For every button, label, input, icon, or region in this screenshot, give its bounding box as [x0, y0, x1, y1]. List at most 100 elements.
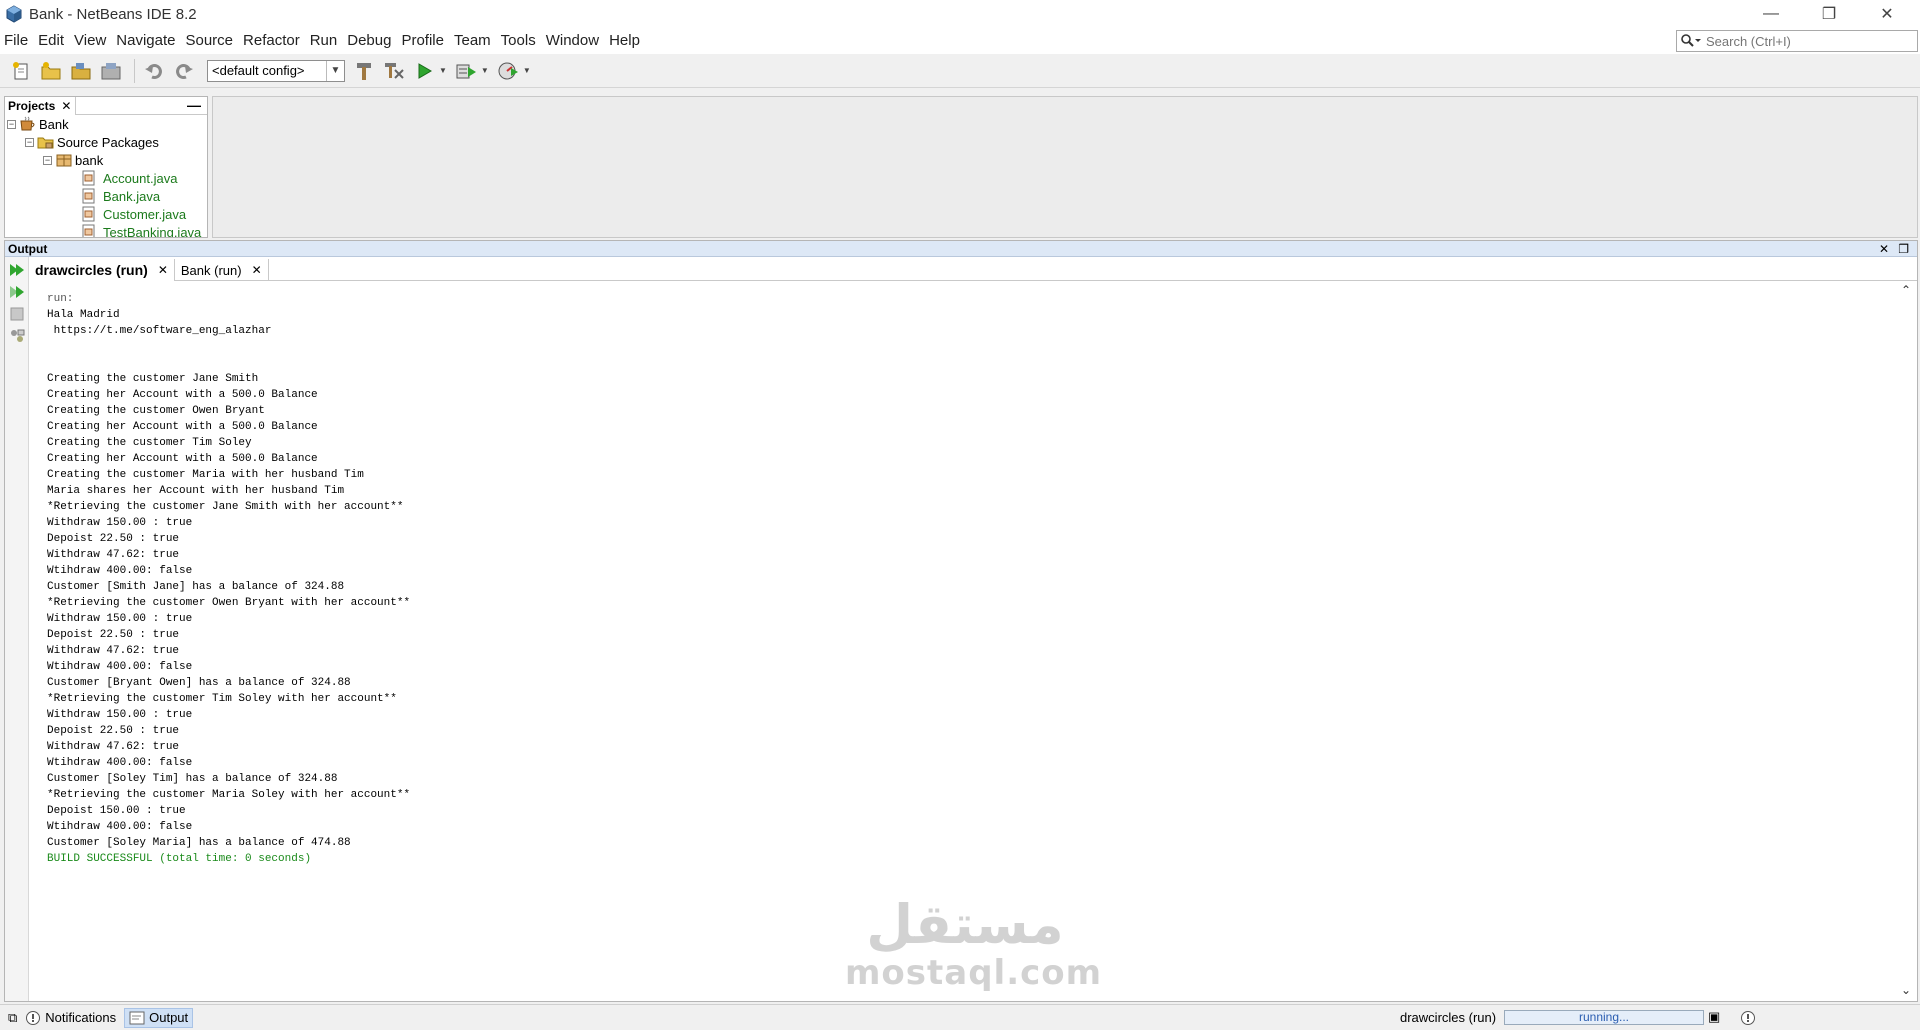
editor-area — [212, 96, 1918, 238]
config-select[interactable]: <default config> ▼ — [207, 59, 345, 82]
run-button[interactable] — [411, 58, 437, 84]
profile-button[interactable] — [495, 58, 521, 84]
search-box[interactable] — [1676, 30, 1918, 52]
collapse-icon[interactable]: − — [25, 137, 34, 147]
run-dropdown-icon[interactable]: ▼ — [439, 66, 447, 75]
running-task-label[interactable]: drawcircles (run) — [1400, 1010, 1496, 1025]
tree-node-file[interactable]: TestBanking.java — [81, 223, 202, 238]
menu-navigate[interactable]: Navigate — [111, 28, 180, 54]
menu-file[interactable]: File — [0, 28, 33, 54]
rerun-with-params-button[interactable] — [8, 283, 26, 301]
menu-edit[interactable]: Edit — [33, 28, 69, 54]
open-project-icon — [71, 62, 91, 79]
tree-node-bank-package[interactable]: − bank — [43, 151, 103, 169]
progress-bar[interactable]: running... — [1504, 1010, 1704, 1025]
tree-node-source-packages[interactable]: − Source Packages — [25, 133, 159, 151]
minimize-button[interactable]: — — [1742, 0, 1800, 28]
close-icon[interactable]: ✕ — [252, 263, 262, 277]
notifications-label: Notifications — [45, 1010, 117, 1025]
menu-tools[interactable]: Tools — [496, 28, 541, 54]
tab-label: drawcircles (run) — [35, 262, 148, 278]
search-input[interactable] — [1706, 33, 1906, 49]
menu-source[interactable]: Source — [180, 28, 238, 54]
build-button[interactable] — [351, 58, 377, 84]
console-line: *Retrieving the customer Tim Soley with … — [47, 693, 397, 705]
menu-profile[interactable]: Profile — [396, 28, 449, 54]
console-line: Creating her Account with a 500.0 Balanc… — [47, 453, 318, 465]
open-project-button[interactable] — [68, 58, 94, 84]
java-file-icon — [82, 224, 95, 237]
title-bar: Bank - NetBeans IDE 8.2 — [0, 0, 1920, 28]
tab-drawcircles-run[interactable]: drawcircles (run) ✕ — [29, 259, 175, 281]
output-toggle-button[interactable]: Output — [124, 1007, 194, 1028]
console-line: https://t.me/software_eng_alazhar — [47, 325, 272, 337]
output-tabs: drawcircles (run) ✕ Bank (run) ✕ — [29, 259, 1917, 281]
menu-team[interactable]: Team — [449, 28, 496, 54]
collapse-icon[interactable]: − — [7, 119, 16, 129]
netbeans-cube-icon — [6, 5, 22, 23]
rerun-button[interactable] — [8, 261, 26, 279]
undo-button[interactable] — [141, 58, 167, 84]
menu-window[interactable]: Window — [541, 28, 604, 54]
output-header: Output ✕ ❐ — [5, 241, 1917, 257]
tab-bank-run[interactable]: Bank (run) ✕ — [175, 259, 269, 281]
console-line: *Retrieving the customer Maria Soley wit… — [47, 789, 411, 801]
clean-build-button[interactable] — [381, 58, 407, 84]
console-line: Wtihdraw 400.00: false — [47, 661, 193, 673]
console-line: Customer [Soley Maria] has a balance of … — [47, 837, 351, 849]
tree-label: TestBanking.java — [103, 224, 202, 238]
debug-button[interactable] — [453, 58, 479, 84]
watermark-logo: مستقل mostaql.com — [845, 895, 1101, 1000]
new-project-button[interactable] — [38, 58, 64, 84]
scroll-down-icon[interactable]: ⌄ — [1895, 983, 1917, 1001]
search-icon — [1681, 34, 1701, 47]
console-line: Creating the customer Tim Soley — [47, 437, 252, 449]
cancel-task-icon[interactable]: ▣ — [1708, 1009, 1720, 1025]
restore-windows-icon[interactable]: ⧉ — [4, 1008, 21, 1028]
config-value: <default config> — [212, 63, 305, 78]
console-output[interactable]: run: Hala Madrid https://t.me/software_en… — [47, 291, 410, 867]
console-line: run: — [47, 293, 74, 305]
vertical-scrollbar[interactable]: ⌃ ⌄ — [1895, 283, 1917, 1001]
tree-node-bank-project[interactable]: − Bank — [7, 115, 69, 133]
tab-projects[interactable]: Projects ✕ — [5, 97, 77, 115]
scroll-up-icon[interactable]: ⌃ — [1895, 283, 1917, 301]
menu-view[interactable]: View — [69, 28, 111, 54]
tree-label: Source Packages — [57, 134, 159, 150]
close-icon[interactable]: ✕ — [1879, 241, 1889, 257]
console-line: Creating the customer Jane Smith — [47, 373, 259, 385]
console-line: Customer [Bryant Owen] has a balance of … — [47, 677, 351, 689]
tree-label: Bank.java — [103, 188, 161, 204]
notifications-button[interactable]: Notifications — [21, 1008, 120, 1028]
memory-info-icon[interactable] — [1740, 1010, 1756, 1026]
close-icon[interactable]: ✕ — [158, 263, 168, 277]
debug-dropdown-icon[interactable]: ▼ — [481, 66, 489, 75]
redo-button[interactable] — [171, 58, 197, 84]
profile-dropdown-icon[interactable]: ▼ — [523, 66, 531, 75]
tree-node-file[interactable]: Customer.java — [81, 205, 186, 223]
restore-window-icon[interactable]: ❐ — [1898, 241, 1909, 257]
new-file-button[interactable] — [8, 58, 34, 84]
menu-debug[interactable]: Debug — [342, 28, 396, 54]
menu-refactor[interactable]: Refactor — [238, 28, 305, 54]
tree-node-file[interactable]: Account.java — [81, 169, 177, 187]
console-line: Creating her Account with a 500.0 Balanc… — [47, 389, 318, 401]
package-icon — [56, 154, 72, 167]
menu-help[interactable]: Help — [604, 28, 645, 54]
tree-node-file[interactable]: Bank.java — [81, 187, 160, 205]
console-line: Withdraw 150.00 : true — [47, 517, 193, 529]
console-line: Creating the customer Maria with her hus… — [47, 469, 364, 481]
close-button[interactable]: ✕ — [1858, 0, 1916, 28]
console-line: *Retrieving the customer Owen Bryant wit… — [47, 597, 411, 609]
close-icon[interactable]: ✕ — [61, 99, 71, 113]
package-folder-icon — [37, 137, 54, 149]
console-line: Withdraw 47.62: true — [47, 741, 180, 753]
running-processes-button[interactable] — [8, 327, 26, 345]
menu-run[interactable]: Run — [305, 28, 343, 54]
close-project-button[interactable] — [98, 58, 124, 84]
restore-button[interactable]: ❐ — [1800, 0, 1858, 28]
minimize-panel-button[interactable]: — — [187, 97, 201, 113]
collapse-icon[interactable]: − — [43, 155, 52, 165]
stop-button[interactable] — [8, 305, 26, 323]
